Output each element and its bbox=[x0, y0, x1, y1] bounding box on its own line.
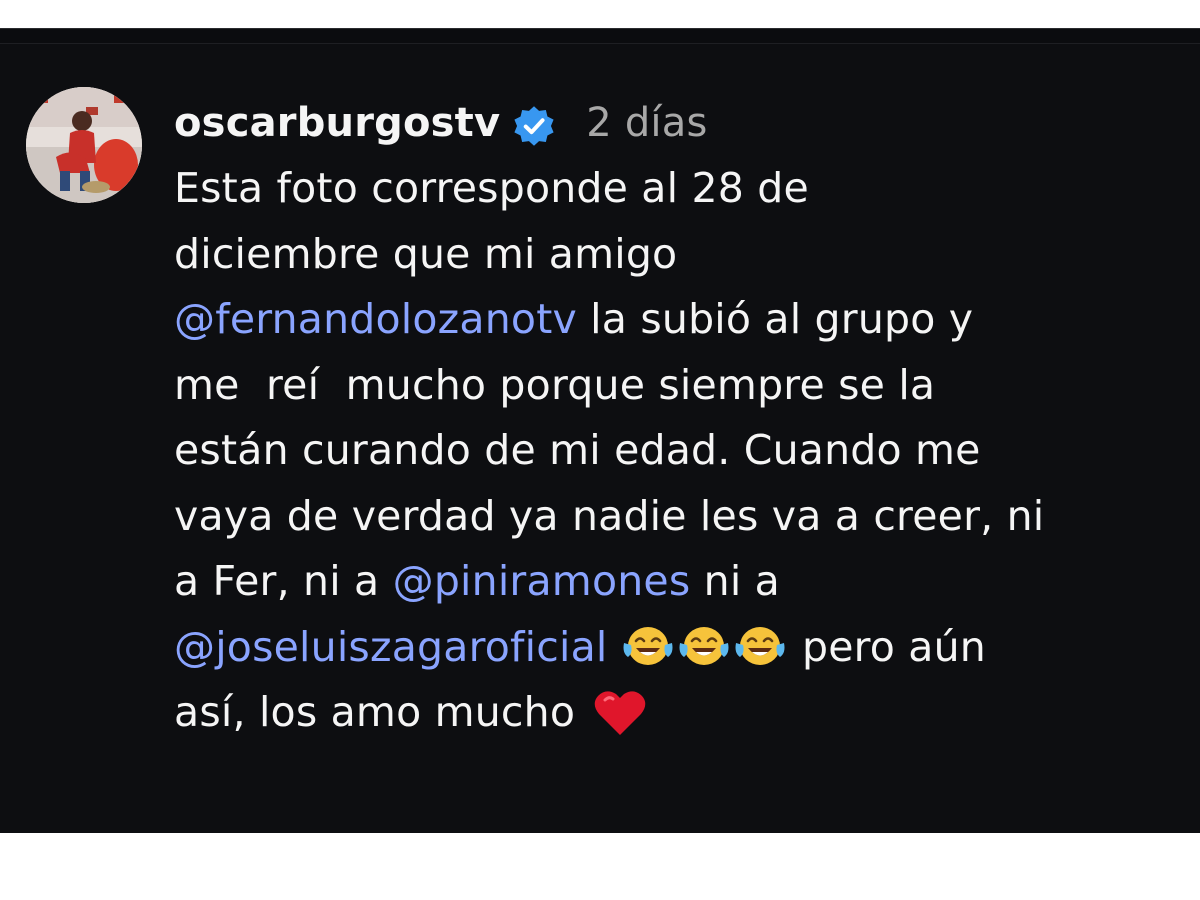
username-link[interactable]: oscarburgostv bbox=[174, 91, 500, 157]
mention-link-piniramones[interactable]: @piniramones bbox=[393, 557, 691, 605]
avatar-photo bbox=[26, 87, 142, 203]
comment-text: pero aún bbox=[788, 622, 986, 671]
comment-header: oscarburgostv 2 días bbox=[174, 91, 1174, 156]
laughing-emoji-group bbox=[621, 623, 789, 671]
comment-body: oscarburgostv 2 días Esta foto correspon… bbox=[174, 95, 1174, 746]
comment-text: así, los amo mucho bbox=[174, 688, 589, 736]
mention-link-joseluiszagaroficial[interactable]: @joseluiszagaroficial bbox=[174, 623, 608, 671]
mention-link-fernandolozanotv[interactable]: @fernandolozanotv bbox=[174, 295, 577, 343]
comment-line-7: a Fer, ni a @piniramones ni a bbox=[174, 549, 1174, 615]
comment-text: me reí mucho porque siempre se la bbox=[174, 360, 936, 409]
avatar[interactable] bbox=[26, 87, 142, 203]
comment-text: vaya de verdad ya nadie les va a creer, … bbox=[174, 491, 1045, 540]
comment-text: diciembre que mi amigo bbox=[174, 229, 678, 278]
comment-text: la subió al grupo y bbox=[576, 295, 974, 343]
top-divider bbox=[0, 29, 1200, 44]
laughing-tears-emoji-icon bbox=[679, 626, 729, 665]
comment-text: ni a bbox=[690, 557, 780, 605]
laughing-tears-emoji-icon bbox=[623, 626, 673, 665]
laughing-tears-emoji-icon bbox=[735, 626, 785, 665]
comment-line-8: @joseluiszagaroficial pero aún bbox=[174, 615, 1174, 681]
comment-line-1: Esta foto corresponde al 28 de bbox=[174, 156, 1174, 222]
red-heart-icon bbox=[595, 691, 646, 735]
comment-text: a Fer, ni a bbox=[174, 557, 393, 605]
comment-line-4: me reí mucho porque siempre se la bbox=[174, 353, 1174, 419]
comment-line-3: @fernandolozanotv la subió al grupo y bbox=[174, 287, 1174, 353]
comment-line-9: así, los amo mucho bbox=[174, 680, 1174, 746]
verified-badge-icon bbox=[512, 102, 556, 146]
comment-timestamp: 2 días bbox=[586, 99, 708, 146]
comment-panel: oscarburgostv 2 días Esta foto correspon… bbox=[0, 28, 1200, 833]
comment-line-5: están curando de mi edad. Cuando me bbox=[174, 418, 1174, 484]
comment-line-6: vaya de verdad ya nadie les va a creer, … bbox=[174, 484, 1174, 550]
comment-line-2: diciembre que mi amigo bbox=[174, 222, 1174, 288]
comment-text: están curando de mi edad. Cuando me bbox=[174, 426, 981, 474]
comment-text: Esta foto corresponde al 28 de bbox=[174, 164, 809, 212]
